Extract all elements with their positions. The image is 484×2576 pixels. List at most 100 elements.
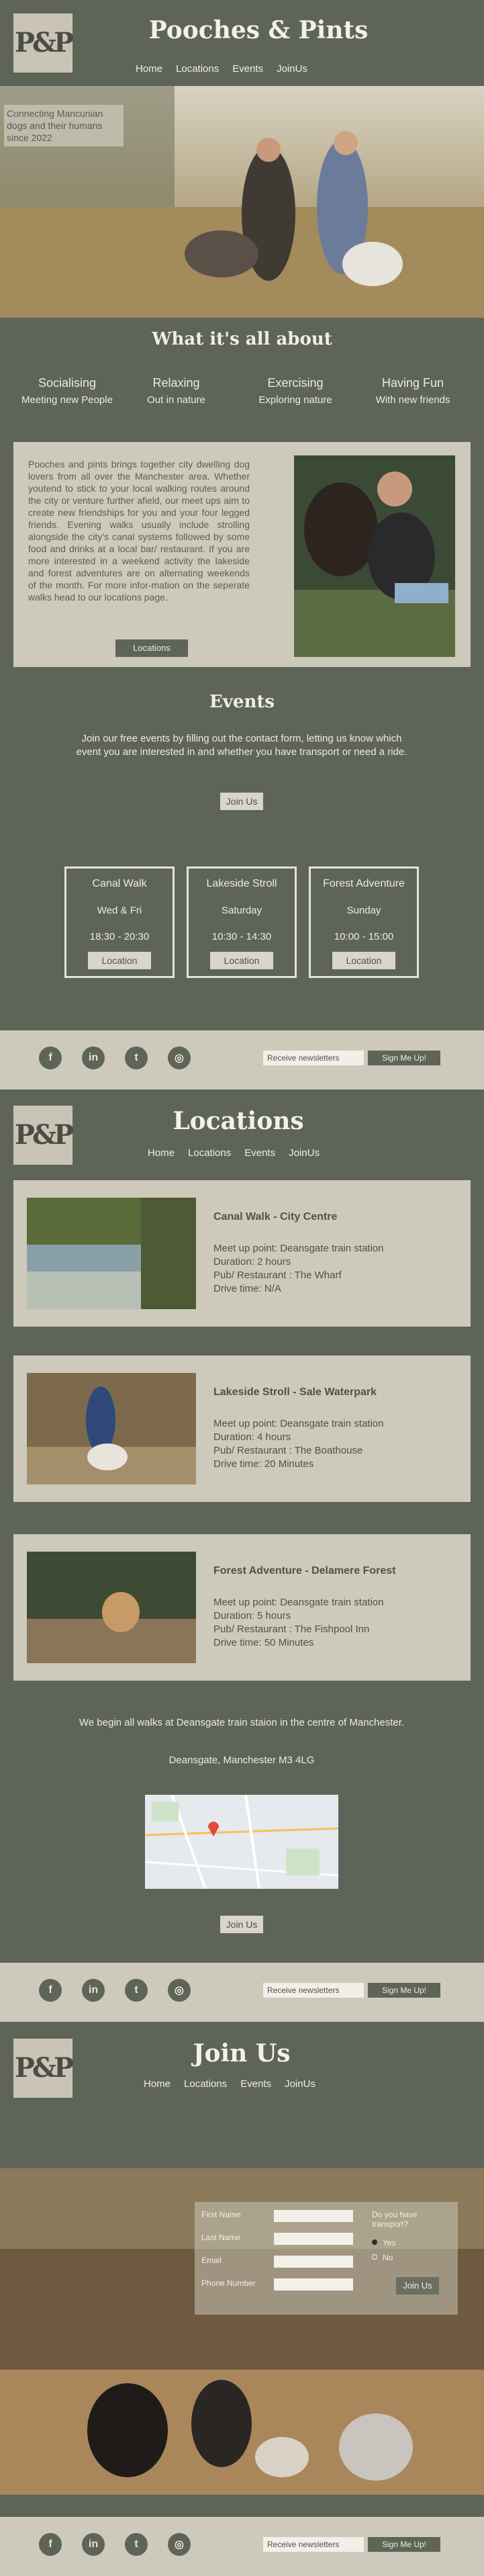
nav-joinus[interactable]: JoinUs: [289, 1147, 320, 1159]
feature-exercising: Exercising Exploring nature: [235, 376, 356, 406]
event-name: Canal Walk: [92, 878, 147, 889]
nav-events[interactable]: Events: [244, 1147, 275, 1159]
location-pub: Pub/ Restaurant : The Boathouse: [213, 1445, 363, 1456]
location-duration: Duration: 2 hours: [213, 1256, 291, 1268]
event-name: Lakeside Stroll: [206, 878, 277, 889]
location-pub: Pub/ Restaurant : The Fishpool Inn: [213, 1624, 370, 1635]
instagram-icon[interactable]: ◎: [168, 1047, 191, 1069]
last-name-label: Last Name: [201, 2233, 241, 2242]
twitter-icon[interactable]: t: [125, 1047, 148, 1069]
location-drive: Drive time: N/A: [213, 1283, 281, 1294]
nav-locations[interactable]: Locations: [184, 2078, 227, 2090]
event-hours: 10:00 - 15:00: [334, 931, 394, 942]
feature-title: Exercising: [267, 376, 324, 390]
nav-home[interactable]: Home: [148, 1147, 175, 1159]
events-join-button[interactable]: Join Us: [220, 793, 263, 810]
map[interactable]: [145, 1795, 338, 1889]
facebook-icon[interactable]: f: [39, 2533, 62, 2556]
newsletter-input[interactable]: Receive newsletters: [263, 1983, 364, 1998]
instagram-icon[interactable]: ◎: [168, 2533, 191, 2556]
twitter-icon[interactable]: t: [125, 1979, 148, 2002]
events-title: Events: [209, 692, 275, 712]
location-title: Lakeside Stroll - Sale Waterpark: [213, 1386, 377, 1398]
first-name-label: First Name: [201, 2210, 241, 2219]
address: Deansgate, Manchester M3 4LG: [168, 1755, 315, 1766]
linkedin-icon[interactable]: in: [82, 1979, 105, 2002]
main-nav: Home Locations Events JoinUs: [144, 2078, 316, 2090]
radio-yes[interactable]: [372, 2239, 377, 2245]
logo[interactable]: P&P: [13, 1106, 74, 1165]
event-location-button[interactable]: Location: [88, 952, 151, 969]
location-meet: Meet up point: Deansgate train station: [213, 1243, 384, 1254]
event-hours: 18:30 - 20:30: [89, 931, 150, 942]
location-card-lakeside: Lakeside Stroll - Sale Waterpark Meet up…: [13, 1356, 471, 1502]
footer: f in t ◎ Receive newsletters Sign Me Up!: [0, 1963, 484, 2022]
event-days: Saturday: [221, 905, 262, 916]
instagram-icon[interactable]: ◎: [168, 1979, 191, 2002]
feature-sub: Meeting new People: [21, 394, 113, 406]
event-hours: 10:30 - 14:30: [211, 931, 272, 942]
facebook-icon[interactable]: f: [39, 1979, 62, 2002]
feature-title: Having Fun: [381, 376, 444, 390]
event-forest-adventure: Forest Adventure Sunday 10:00 - 15:00 Lo…: [309, 867, 419, 978]
location-meet: Meet up point: Deansgate train station: [213, 1418, 384, 1429]
feature-sub: Out in nature: [147, 394, 205, 406]
about-body: Pooches and pints brings together city d…: [28, 459, 250, 603]
radio-no-label: No: [383, 2253, 393, 2262]
main-nav: Home Locations Events JoinUs: [148, 1147, 320, 1159]
first-name-field[interactable]: [274, 2210, 353, 2222]
nav-locations[interactable]: Locations: [176, 63, 219, 75]
nav-joinus[interactable]: JoinUs: [277, 63, 307, 75]
event-lakeside-stroll: Lakeside Stroll Saturday 10:30 - 14:30 L…: [187, 867, 297, 978]
nav-locations[interactable]: Locations: [188, 1147, 231, 1159]
signup-button[interactable]: Sign Me Up!: [368, 1983, 440, 1998]
location-title: Canal Walk - City Centre: [213, 1211, 338, 1223]
location-duration: Duration: 5 hours: [213, 1610, 291, 1622]
nav-events[interactable]: Events: [240, 2078, 271, 2090]
newsletter-input[interactable]: Receive newsletters: [263, 2537, 364, 2552]
newsletter-input[interactable]: Receive newsletters: [263, 1051, 364, 1065]
feature-sub: With new friends: [375, 394, 450, 406]
event-location-button[interactable]: Location: [210, 952, 273, 969]
join-submit-button[interactable]: Join Us: [396, 2277, 439, 2295]
location-card-canal: Canal Walk - City Centre Meet up point: …: [13, 1180, 471, 1327]
about-title: What it's all about: [152, 329, 332, 349]
radio-yes-label: Yes: [383, 2238, 396, 2248]
nav-joinus[interactable]: JoinUs: [285, 2078, 316, 2090]
nav-home[interactable]: Home: [136, 63, 162, 75]
last-name-field[interactable]: [274, 2233, 353, 2245]
event-location-button[interactable]: Location: [332, 952, 395, 969]
linkedin-icon[interactable]: in: [82, 1047, 105, 1069]
phone-field[interactable]: [274, 2278, 353, 2291]
forest-photo: [27, 1552, 196, 1663]
footer: f in t ◎ Receive newsletters Sign Me Up!: [0, 1030, 484, 1090]
twitter-icon[interactable]: t: [125, 2533, 148, 2556]
locations-join-button[interactable]: Join Us: [220, 1916, 263, 1933]
locations-button[interactable]: Locations: [115, 639, 188, 657]
radio-no[interactable]: [372, 2254, 377, 2260]
event-canal-walk: Canal Walk Wed & Fri 18:30 - 20:30 Locat…: [64, 867, 175, 978]
location-pub: Pub/ Restaurant : The Wharf: [213, 1270, 342, 1281]
facebook-icon[interactable]: f: [39, 1047, 62, 1069]
about-panel: Pooches and pints brings together city d…: [13, 442, 471, 667]
signup-button[interactable]: Sign Me Up!: [368, 2537, 440, 2552]
feature-relaxing: Relaxing Out in nature: [121, 376, 232, 406]
linkedin-icon[interactable]: in: [82, 2533, 105, 2556]
locations-title: Locations: [173, 1107, 304, 1135]
nav-home[interactable]: Home: [144, 2078, 171, 2090]
location-drive: Drive time: 20 Minutes: [213, 1458, 314, 1470]
feature-title: Socialising: [38, 376, 97, 390]
location-duration: Duration: 4 hours: [213, 1431, 291, 1443]
events-intro: Join our free events by filling out the …: [76, 733, 407, 758]
event-days: Sunday: [346, 905, 381, 916]
hero-caption: Connecting Mancunian dogs and their huma…: [4, 105, 124, 146]
email-label: Email: [201, 2256, 222, 2265]
location-title: Forest Adventure - Delamere Forest: [213, 1565, 396, 1576]
event-days: Wed & Fri: [97, 905, 142, 916]
signup-button[interactable]: Sign Me Up!: [368, 1051, 440, 1065]
nav-events[interactable]: Events: [232, 63, 263, 75]
logo[interactable]: P&P: [13, 2039, 74, 2098]
email-field[interactable]: [274, 2256, 353, 2268]
feature-title: Relaxing: [152, 376, 200, 390]
logo[interactable]: P&P: [13, 13, 74, 73]
